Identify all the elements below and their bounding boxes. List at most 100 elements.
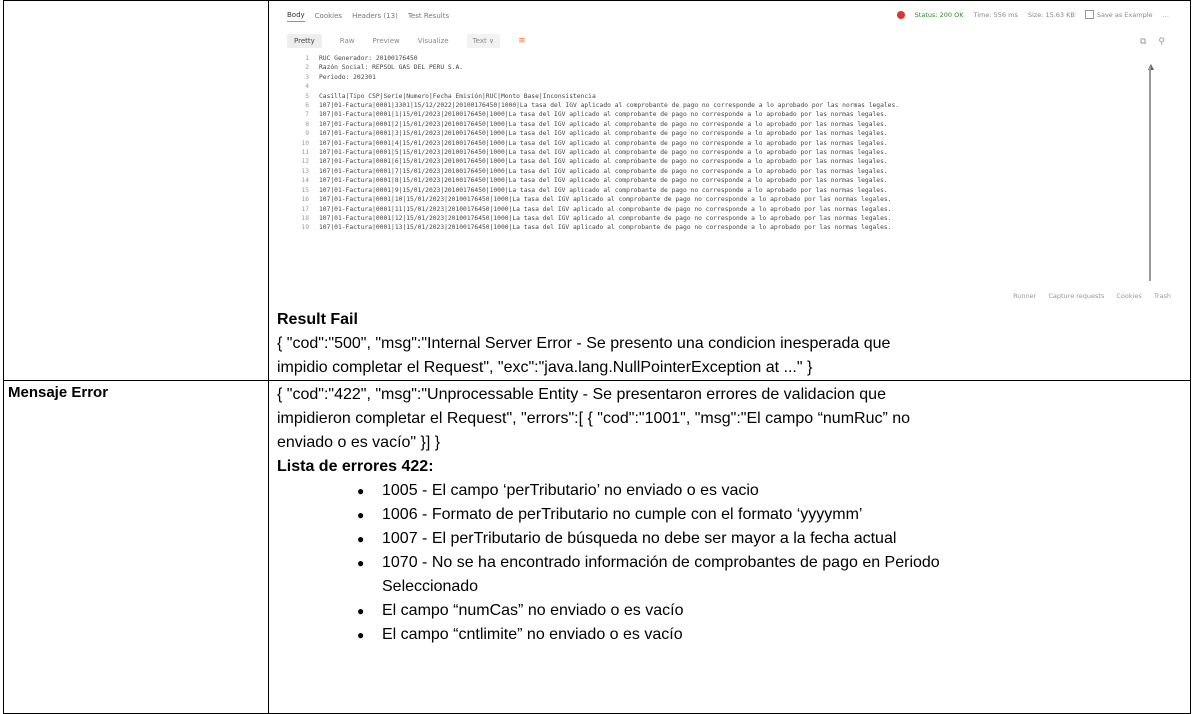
line-number: 16	[301, 196, 309, 204]
tab-test-results[interactable]: Test Results	[408, 12, 449, 20]
code-line: 16 107|01-Factura|0001|10|15/01/2023|2010…	[287, 195, 1152, 204]
error-json-line: enviado o es vacío" }] }	[277, 434, 441, 451]
error-json-line: impidieron completar el Request", "error…	[277, 410, 911, 427]
bullet-icon: ●	[357, 508, 365, 522]
line-text: 107|01-Factura|0001|6|15/01/2023|2010017…	[319, 158, 888, 166]
code-line: 14 107|01-Factura|0001|8|15/01/2023|20100…	[287, 176, 1152, 185]
bullet-icon: ●	[357, 532, 365, 546]
scrollbar[interactable]	[1149, 66, 1151, 281]
code-line: 8 107|01-Factura|0001|2|15/01/2023|201001…	[287, 120, 1152, 129]
error-list-item-continuation: Seleccionado	[382, 578, 479, 595]
line-text: 107|01-Factura|0001|11|15/01/2023|201001…	[319, 205, 892, 213]
postman-screenshot: Body Cookies Headers (13) Test Results S…	[277, 4, 1177, 308]
line-number: 9	[305, 130, 309, 138]
response-size: Size: 15.63 KB	[1027, 10, 1075, 19]
code-line: 15 107|01-Factura|0001|9|15/01/2023|20100…	[287, 186, 1152, 195]
line-text: 107|01-Factura|0001|3301|15/12/2022|2010…	[319, 102, 900, 110]
bullet-icon: ●	[357, 484, 365, 498]
line-number: 14	[301, 177, 309, 185]
format-pretty[interactable]: Pretty	[287, 34, 322, 48]
search-icon[interactable]: ⚲	[1158, 37, 1165, 47]
result-row: Body Cookies Headers (13) Test Results S…	[3, 0, 1191, 381]
line-text: 107|01-Factura|0001|13|15/01/2023|201001…	[319, 224, 892, 232]
result-fail-heading: Result Fail	[277, 311, 358, 328]
wrap-lines-icon[interactable]: ≡	[518, 36, 526, 46]
mensaje-error-content: { "cod":"422", "msg":"Unprocessable Enti…	[268, 380, 1191, 714]
save-example-label: Save as Example	[1096, 10, 1153, 19]
line-text: 107|01-Factura|0001|9|15/01/2023|2010017…	[319, 186, 888, 194]
code-line: 7 107|01-Factura|0001|1|15/01/2023|201001…	[287, 110, 1152, 119]
code-line: 4	[287, 82, 1152, 91]
more-icon[interactable]: …	[1163, 11, 1170, 19]
tab-headers[interactable]: Headers (13)	[352, 12, 398, 20]
format-raw[interactable]: Raw	[340, 37, 355, 45]
result-fail-line: impidio completar el Request", "exc":"ja…	[277, 359, 813, 376]
line-text: RUC Generador: 20100176450	[319, 55, 418, 62]
document-table: Body Cookies Headers (13) Test Results S…	[3, 0, 1191, 714]
line-number: 1	[305, 55, 309, 62]
line-text: 107|01-Factura|0001|4|15/01/2023|2010017…	[319, 139, 888, 147]
code-line: 17 107|01-Factura|0001|11|15/01/2023|2010…	[287, 205, 1152, 214]
save-example-button[interactable]: Save as Example	[1084, 10, 1153, 19]
code-line: 19 107|01-Factura|0001|13|15/01/2023|2010…	[287, 223, 1152, 232]
code-line: 11 107|01-Factura|0001|5|15/01/2023|20100…	[287, 148, 1152, 157]
empty-label-cell	[3, 0, 269, 381]
line-number: 4	[305, 83, 309, 91]
line-number: 10	[301, 139, 309, 147]
result-content-cell: Body Cookies Headers (13) Test Results S…	[268, 0, 1191, 381]
bullet-icon: ●	[357, 556, 365, 570]
response-tabs: Body Cookies Headers (13) Test Results	[287, 8, 449, 24]
globe-icon	[896, 10, 905, 19]
status-code: Status: 200 OK	[914, 10, 964, 19]
response-body: 1 RUC Generador: 20100176450 2 Razón Social…	[287, 54, 1152, 233]
line-text: Casilla|Tipo CSP|Serie|Numero|Fecha Emis…	[319, 92, 596, 100]
mensaje-error-label: Mensaje Error	[3, 380, 269, 714]
format-preview[interactable]: Preview	[373, 37, 400, 45]
line-text: 107|01-Factura|0001|7|15/01/2023|2010017…	[319, 167, 888, 175]
line-number: 5	[305, 92, 309, 100]
line-text: 107|01-Factura|0001|3|15/01/2023|2010017…	[319, 130, 888, 138]
line-number: 18	[301, 214, 309, 222]
footer-cookies[interactable]: Cookies	[1116, 292, 1141, 300]
line-number: 3	[305, 73, 309, 81]
line-text: Periodo: 202301	[319, 73, 376, 81]
code-line: 12 107|01-Factura|0001|6|15/01/2023|20100…	[287, 157, 1152, 166]
line-text: 107|01-Factura|0001|1|15/01/2023|2010017…	[319, 111, 888, 119]
code-line: 3 Periodo: 202301	[287, 73, 1152, 82]
error-json-block: { "cod":"422", "msg":"Unprocessable Enti…	[269, 381, 1190, 479]
copy-icon[interactable]: ⧉	[1140, 37, 1146, 47]
line-text: Razón Social: REPSOL GAS DEL PERU S.A.	[319, 64, 464, 72]
code-line: 13 107|01-Factura|0001|7|15/01/2023|20100…	[287, 167, 1152, 176]
line-text: 107|01-Factura|0001|8|15/01/2023|2010017…	[319, 177, 888, 185]
result-fail-line: { "cod":"500", "msg":"Internal Server Er…	[277, 335, 891, 352]
line-number: 15	[301, 186, 309, 194]
line-number: 2	[305, 64, 309, 72]
line-text: 107|01-Factura|0001|12|15/01/2023|201001…	[319, 214, 892, 222]
code-line: 9 107|01-Factura|0001|3|15/01/2023|201001…	[287, 129, 1152, 138]
result-fail-block: Result Fail { "cod":"500", "msg":"Intern…	[269, 308, 1190, 380]
response-time: Time: 556 ms	[973, 10, 1018, 19]
code-line: 6 107|01-Factura|0001|3301|15/12/2022|201…	[287, 101, 1152, 110]
line-number: 19	[301, 224, 309, 232]
footer-trash[interactable]: Trash	[1154, 292, 1171, 300]
tab-cookies[interactable]: Cookies	[315, 12, 342, 20]
response-tools: ⧉ ⚲	[1140, 37, 1165, 47]
code-line: 2 Razón Social: REPSOL GAS DEL PERU S.A.	[287, 63, 1152, 72]
format-bar: Pretty Raw Preview Visualize Text ∨ ≡	[287, 34, 526, 48]
footer-runner[interactable]: Runner	[1013, 292, 1036, 300]
line-number: 8	[305, 120, 309, 128]
error-list-heading: Lista de errores 422:	[277, 458, 434, 475]
code-line: 18 107|01-Factura|0001|12|15/01/2023|2010…	[287, 214, 1152, 223]
line-number: 13	[301, 167, 309, 175]
line-number: 6	[305, 102, 309, 110]
text-format-select[interactable]: Text ∨	[466, 34, 501, 48]
line-number: 7	[305, 111, 309, 119]
error-list-item: ● 1070 - No se ha encontrado información …	[357, 551, 1190, 575]
error-list: ● 1005 - El campo ‘perTributario’ no envi…	[269, 479, 1190, 647]
footer-capture-requests[interactable]: Capture requests	[1048, 292, 1104, 300]
error-list-item: ● El campo “cntlimite” no enviado o es va…	[357, 623, 1190, 647]
line-number: 12	[301, 158, 309, 166]
format-visualize[interactable]: Visualize	[418, 37, 449, 45]
bullet-icon: ●	[357, 628, 365, 642]
tab-body[interactable]: Body	[287, 11, 305, 22]
